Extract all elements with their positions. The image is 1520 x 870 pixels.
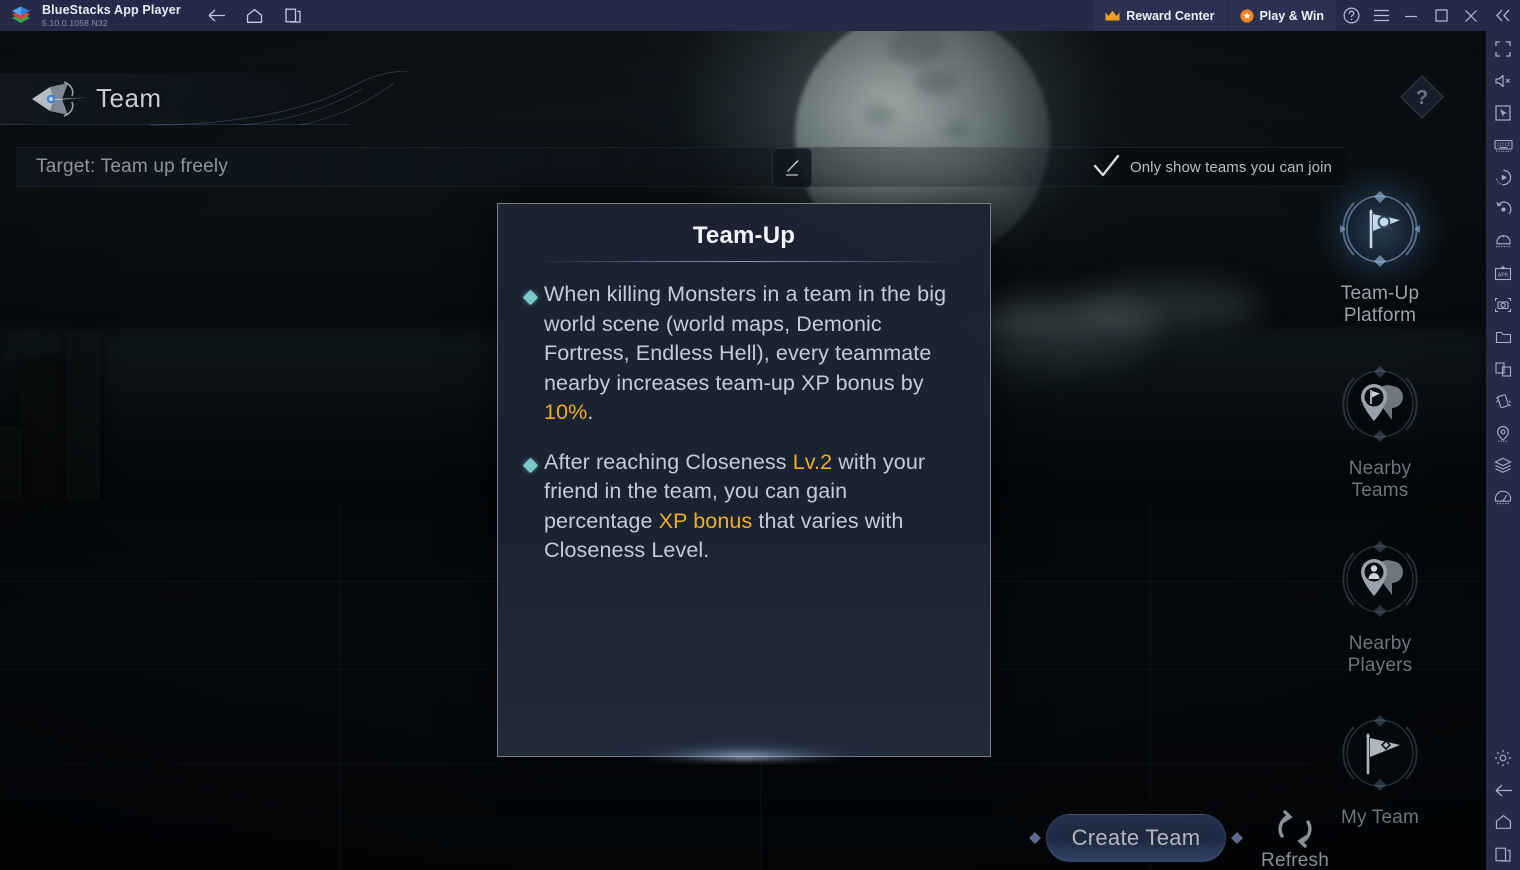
toolbar-back-button[interactable] <box>1486 774 1520 806</box>
flag-gem-icon <box>1332 705 1428 801</box>
team-side-menu: Team-Up Platform Nearby Teams Nearby Pla… <box>1316 165 1444 830</box>
create-team-button[interactable]: Create Team <box>1029 814 1243 862</box>
maximize-icon[interactable] <box>1426 0 1456 31</box>
sidebar-label-nearby-teams: Nearby Teams <box>1348 457 1412 502</box>
titlebar-nav <box>205 4 305 28</box>
speaker-mute-icon[interactable] <box>1486 65 1520 97</box>
sidebar-item-my-team[interactable]: My Team <box>1320 705 1440 829</box>
location-pin-icon[interactable] <box>1486 417 1520 449</box>
diamond-bullet-icon <box>516 280 544 428</box>
reward-center-button[interactable]: Reward Center <box>1093 0 1227 31</box>
app-version: 5.10.0.1058 N32 <box>42 17 108 28</box>
only-show-joinable-filter[interactable]: Only show teams you can join <box>1085 148 1346 186</box>
multi-instance-icon[interactable] <box>1486 353 1520 385</box>
pencil-edit-icon <box>782 158 802 178</box>
bullet-text: After reaching Closeness Lv.2 with your … <box>544 448 958 566</box>
team-up-info-dialog: Team-Up When killing Monsters in a team … <box>497 203 991 760</box>
svg-text:?: ? <box>1416 87 1428 109</box>
layers-icon[interactable] <box>1486 449 1520 481</box>
title-bar: BlueStacks App Player 5.10.0.1058 N32 Re… <box>0 0 1520 31</box>
team-crest-icon <box>28 81 86 117</box>
close-icon[interactable] <box>1456 0 1486 31</box>
toolbar-home-button[interactable] <box>1486 806 1520 838</box>
sidebar-label-nearby-players: Nearby Players <box>1347 632 1413 677</box>
refresh-label: Refresh <box>1261 850 1329 870</box>
highlighted-text: XP bonus <box>658 508 753 533</box>
flag-search-icon <box>1316 165 1444 293</box>
titlebar-recents-button[interactable] <box>281 4 305 28</box>
rotate-icon[interactable] <box>1486 193 1520 225</box>
gem-diamond-icon <box>1230 831 1244 845</box>
body-text: . <box>587 400 594 424</box>
play-and-win-label: Play & Win <box>1259 8 1324 23</box>
dialog-bullet-list: When killing Monsters in a team in the b… <box>498 262 990 566</box>
highlighted-text: Lv.2 <box>792 449 833 474</box>
toolbar-recents-button[interactable] <box>1486 838 1520 870</box>
titlebar-home-button[interactable] <box>243 4 267 28</box>
cursor-pointer-icon[interactable] <box>1486 97 1520 129</box>
speedometer-icon[interactable] <box>1486 481 1520 513</box>
page-title: Team <box>96 83 162 113</box>
edit-target-button[interactable] <box>772 148 812 188</box>
gear-icon[interactable] <box>1486 742 1520 774</box>
bluestacks-logo-icon <box>10 6 32 26</box>
help-diamond-icon[interactable]: ? <box>1398 73 1446 121</box>
reward-center-label: Reward Center <box>1126 8 1215 23</box>
body-text: After reaching Closeness <box>544 449 793 474</box>
map-pin-person-icon <box>1332 531 1428 627</box>
dialog-title: Team-Up <box>692 222 796 249</box>
gem-diamond-icon <box>1028 831 1042 845</box>
sidebar-item-nearby-teams[interactable]: Nearby Teams <box>1320 356 1440 503</box>
sidebar-item-nearby-players[interactable]: Nearby Players <box>1320 531 1440 678</box>
svg-text:APK: APK <box>1498 273 1509 279</box>
map-pin-flag-icon <box>1332 356 1428 452</box>
bluestacks-toolbar: APK <box>1486 31 1520 870</box>
sidebar-item-team-up-platform[interactable]: Team-Up Platform <box>1316 165 1444 328</box>
keyboard-icon[interactable] <box>1486 129 1520 161</box>
dialog-bottom-glow <box>594 720 894 760</box>
app-name: BlueStacks App Player <box>42 3 181 17</box>
target-text: Target: Team up freely <box>36 156 229 177</box>
checkmark-icon <box>1086 148 1126 186</box>
create-team-label: Create Team <box>1071 825 1201 850</box>
diamond-bullet-icon <box>516 448 544 566</box>
play-and-win-button[interactable]: Play & Win <box>1227 0 1336 31</box>
play-record-icon[interactable] <box>1486 161 1520 193</box>
minimize-icon[interactable] <box>1396 0 1426 31</box>
list-item: After reaching Closeness Lv.2 with your … <box>516 448 958 566</box>
bullet-text: When killing Monsters in a team in the b… <box>544 280 958 428</box>
titlebar-right-controls: Reward Center Play & Win <box>1093 0 1520 31</box>
cloud-decoration <box>1080 281 1260 333</box>
crown-icon <box>1105 10 1120 22</box>
chevron-double-left-icon[interactable] <box>1486 0 1520 31</box>
header-flourish-decoration <box>150 71 410 129</box>
folder-icon[interactable] <box>1486 321 1520 353</box>
sidebar-label-my-team: My Team <box>1340 807 1420 829</box>
app-title-block: BlueStacks App Player 5.10.0.1058 N32 <box>42 4 181 27</box>
star-badge-icon <box>1239 8 1254 23</box>
refresh-circular-icon <box>1269 806 1321 852</box>
game-viewport: Team ? Target: Team up freely Only show … <box>0 31 1486 870</box>
gamepad-icon[interactable] <box>1486 225 1520 257</box>
list-item: When killing Monsters in a team in the b… <box>516 280 958 428</box>
question-circle-icon[interactable] <box>1336 0 1366 31</box>
titlebar-back-button[interactable] <box>205 4 229 28</box>
refresh-button[interactable]: Refresh <box>1252 806 1338 870</box>
fullscreen-icon[interactable] <box>1486 33 1520 65</box>
hamburger-menu-icon[interactable] <box>1366 0 1396 31</box>
shake-icon[interactable] <box>1486 385 1520 417</box>
body-text: When killing Monsters in a team in the b… <box>544 282 947 395</box>
camera-icon[interactable] <box>1486 289 1520 321</box>
highlighted-text: 10% <box>544 400 588 424</box>
apk-install-icon[interactable]: APK <box>1486 257 1520 289</box>
only-show-joinable-label: Only show teams you can join <box>1129 158 1332 176</box>
bluestacks-window: BlueStacks App Player 5.10.0.1058 N32 Re… <box>0 0 1520 870</box>
